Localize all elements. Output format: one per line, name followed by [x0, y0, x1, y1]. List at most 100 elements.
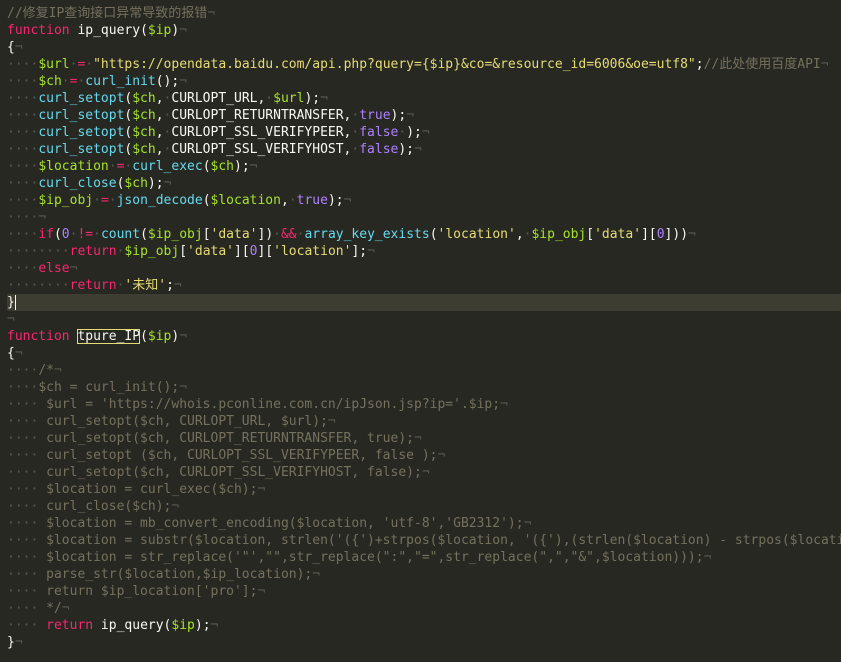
- whitespace-marker: ¬: [343, 193, 352, 208]
- whitespace-marker: ¬: [414, 142, 422, 157]
- whitespace-marker: ¬: [14, 40, 23, 55]
- code-line[interactable]: ···· $location = mb_convert_encoding($lo…: [7, 515, 841, 532]
- code-line[interactable]: ····curl_setopt($ch,·CURLOPT_SSL_VERIFYP…: [7, 124, 841, 141]
- whitespace-marker: ¬: [257, 482, 266, 497]
- code-text: (: [53, 227, 62, 242]
- whitespace-marker: ¬: [312, 567, 321, 582]
- code-line[interactable]: ···· curl_setopt($ch, CURLOPT_SSL_VERIFY…: [7, 464, 841, 481]
- whitespace-marker: ·: [265, 91, 274, 106]
- code-line[interactable]: ····$ch = curl_init();¬: [7, 379, 841, 396]
- code-text: ();: [155, 74, 180, 89]
- function-name: json_decode: [116, 193, 203, 208]
- whitespace-marker: ·: [93, 193, 101, 208]
- code-text: ;: [695, 57, 704, 72]
- whitespace-marker: ····: [7, 550, 39, 565]
- code-line[interactable]: ···· $location = substr($location, strle…: [7, 532, 841, 549]
- whitespace-marker: ····: [7, 193, 39, 208]
- code-line[interactable]: ···· curl_setopt ($ch, CURLOPT_SSL_VERIF…: [7, 447, 841, 464]
- code-line[interactable]: {¬: [7, 39, 841, 56]
- variable: $ip_obj: [147, 227, 203, 242]
- code-line[interactable]: ···· parse_str($location,$ip_location);¬: [7, 566, 841, 583]
- function-name: curl_setopt: [38, 125, 125, 140]
- comment: //修复IP查询接口异常导致的报错: [7, 6, 208, 21]
- whitespace-marker: ····: [7, 363, 39, 378]
- variable: $url: [38, 57, 70, 72]
- code-line[interactable]: ····curl_setopt($ch,·CURLOPT_SSL_VERIFYH…: [7, 141, 841, 158]
- function-name: curl_close: [38, 176, 117, 191]
- code-text: );: [406, 125, 422, 140]
- code-line[interactable]: ····else¬: [7, 260, 841, 277]
- constant: false: [359, 125, 399, 140]
- code-line[interactable]: ···· curl_setopt($ch, CURLOPT_RETURNTRAN…: [7, 430, 841, 447]
- code-line[interactable]: }¬: [7, 634, 841, 651]
- whitespace-marker: ¬: [53, 363, 62, 378]
- whitespace-marker: ····: [7, 465, 39, 480]
- variable: $ip: [147, 329, 172, 344]
- whitespace-marker: ¬: [179, 380, 188, 395]
- code-line[interactable]: function ip_query($ip)¬: [7, 22, 841, 39]
- code-line[interactable]: {¬: [7, 345, 841, 362]
- whitespace-marker: ·: [108, 159, 117, 174]
- keyword: !=: [77, 227, 94, 242]
- code-line[interactable]: ···· $url = 'https://whois.pconline.com.…: [7, 396, 841, 413]
- code-line[interactable]: ····¬: [7, 209, 841, 226]
- code-line[interactable]: ···· curl_setopt($ch, CURLOPT_URL, $url)…: [7, 413, 841, 430]
- whitespace-marker: ········: [7, 278, 70, 293]
- code-text: ,: [155, 108, 164, 123]
- whitespace-marker: ·: [85, 57, 94, 72]
- string: 'data': [187, 244, 235, 259]
- whitespace-marker: ¬: [61, 601, 70, 616]
- code-text: );: [234, 159, 250, 174]
- whitespace-marker: ····: [7, 431, 39, 446]
- code-line[interactable]: ···· curl_close($ch);¬: [7, 498, 841, 515]
- code-line[interactable]: ····$url·=·"https://opendata.baidu.com/a…: [7, 56, 841, 73]
- keyword: return: [69, 278, 117, 293]
- function-name: count: [100, 227, 141, 242]
- highlighted-identifier: tpure_IP: [77, 329, 141, 344]
- whitespace-marker: ¬: [207, 6, 216, 21]
- whitespace-marker: ····: [7, 584, 39, 599]
- code-line[interactable]: }: [7, 294, 841, 311]
- code-text: {: [7, 40, 15, 55]
- string: 'location': [437, 227, 516, 242]
- code-line[interactable]: ···· $location = str_replace('"',"",str_…: [7, 549, 841, 566]
- comment: curl_setopt($ch, CURLOPT_SSL_VERIFYHOST,…: [38, 465, 422, 480]
- code-text: );: [398, 142, 415, 157]
- code-text: ip_query(: [93, 618, 172, 633]
- code-line[interactable]: ···· return $ip_location['pro'];¬: [7, 583, 841, 600]
- code-line[interactable]: ····curl_close($ch);¬: [7, 175, 841, 192]
- whitespace-marker: ····: [7, 108, 39, 123]
- code-text: (: [202, 193, 211, 208]
- code-line[interactable]: ········return·$ip_obj['data'][0]['locat…: [7, 243, 841, 260]
- constant: true: [296, 193, 328, 208]
- code-line[interactable]: function tpure_IP($ip)¬: [7, 328, 841, 345]
- variable: $ch: [132, 142, 156, 157]
- code-line[interactable]: ····if(0·!=·count($ip_obj['data'])·&&·ar…: [7, 226, 841, 243]
- code-line[interactable]: ····$location·=·curl_exec($ch);¬: [7, 158, 841, 175]
- variable: $ip_obj: [38, 193, 94, 208]
- whitespace-marker: ¬: [179, 23, 188, 38]
- code-text: CURLOPT_SSL_VERIFYPEER,: [171, 125, 352, 140]
- code-line[interactable]: ····$ip_obj·=·json_decode($location,·tru…: [7, 192, 841, 209]
- code-editor[interactable]: //修复IP查询接口异常导致的报错¬ function ip_query($ip)…: [0, 0, 841, 662]
- constant: 0: [61, 227, 70, 242]
- variable: $ch: [210, 159, 235, 174]
- code-line[interactable]: ····curl_setopt($ch,·CURLOPT_RETURNTRANS…: [7, 107, 841, 124]
- code-line[interactable]: //修复IP查询接口异常导致的报错¬: [7, 5, 841, 22]
- code-text: [: [586, 227, 595, 242]
- code-line[interactable]: ········return·'未知';¬: [7, 277, 841, 294]
- code-line[interactable]: ····$ch·=·curl_init();¬: [7, 73, 841, 90]
- whitespace-marker: ····: [7, 482, 39, 497]
- variable: $location: [210, 193, 281, 208]
- code-line[interactable]: ···· $location = curl_exec($ch);¬: [7, 481, 841, 498]
- whitespace-marker: ¬: [367, 244, 375, 259]
- comment: $location = curl_exec($ch);: [38, 482, 258, 497]
- whitespace-marker: ¬: [406, 108, 415, 123]
- code-line[interactable]: ····/*¬: [7, 362, 841, 379]
- code-line[interactable]: ···· */¬: [7, 600, 841, 617]
- code-line[interactable]: ····curl_setopt($ch,·CURLOPT_URL,·$url);…: [7, 90, 841, 107]
- code-line[interactable]: ¬: [7, 311, 841, 328]
- code-text: (: [140, 227, 148, 242]
- code-line[interactable]: ···· return ip_query($ip);¬: [7, 617, 841, 634]
